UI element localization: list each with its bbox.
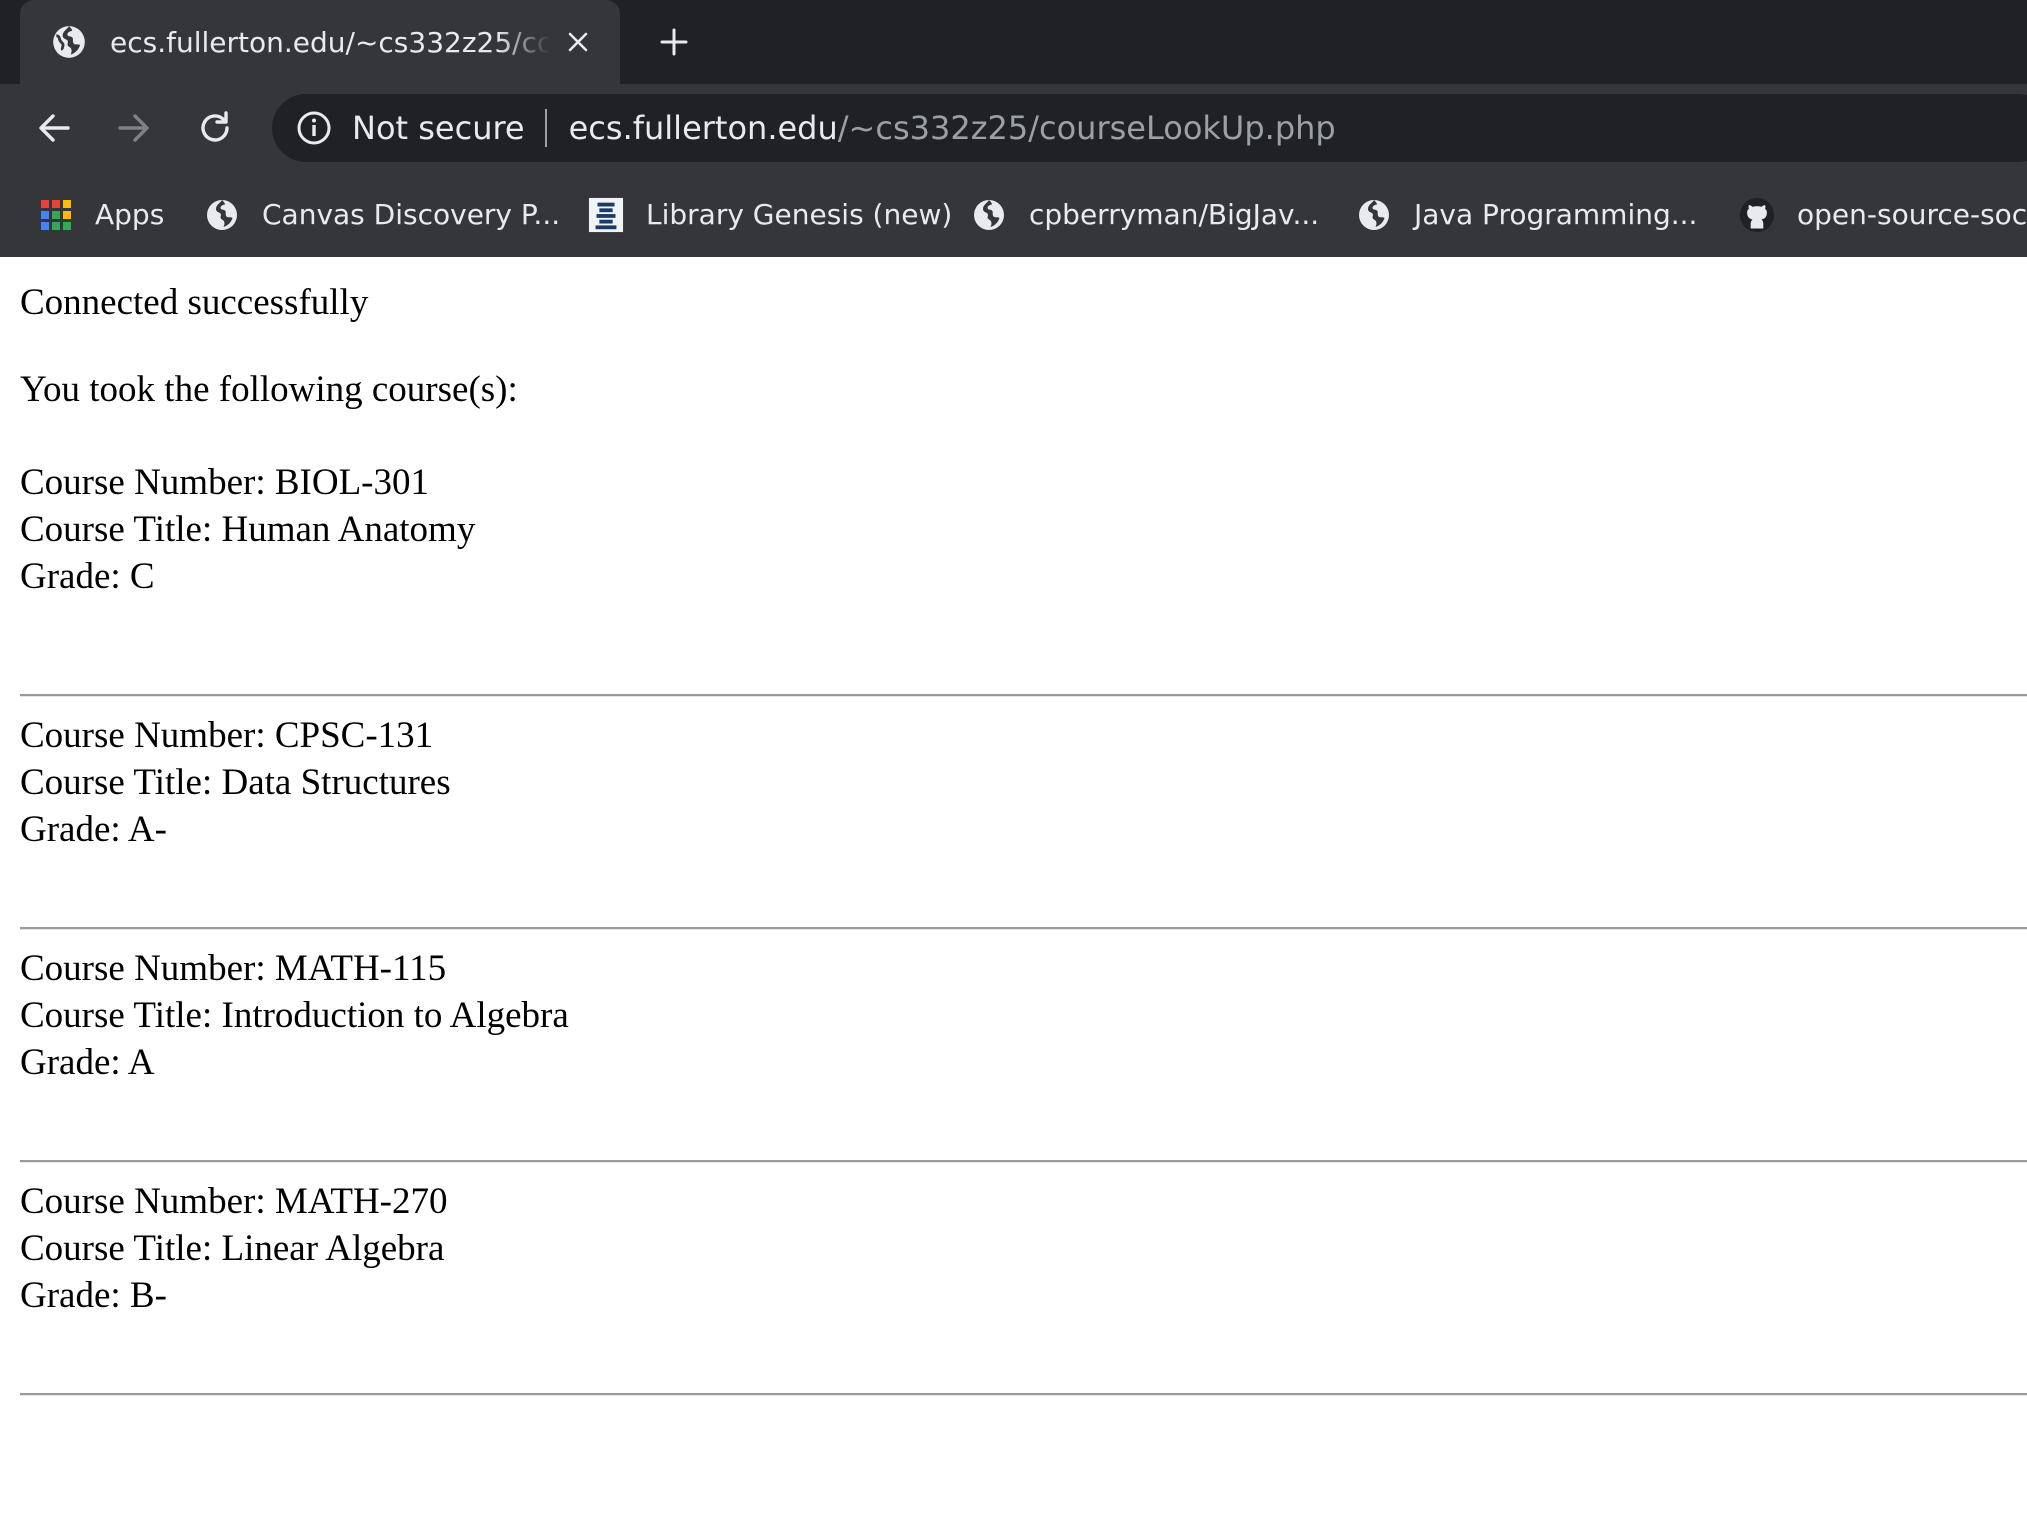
course-title: Course Title: Introduction to Algebra xyxy=(20,995,569,1036)
course-entry: Course Number: BIOL-301 Course Title: Hu… xyxy=(20,459,2027,697)
arrow-right-icon xyxy=(118,114,149,142)
globe-icon xyxy=(971,197,1007,233)
course-divider xyxy=(20,927,2027,930)
libgen-icon xyxy=(588,197,624,233)
course-number: Course Number: MATH-115 xyxy=(20,948,447,989)
tab-active[interactable]: ecs.fullerton.edu/~cs332z25/courseLookUp… xyxy=(20,0,620,84)
bookmarks-bar: Apps Canvas Discovery P... Library Genes… xyxy=(0,172,2027,257)
globe-icon xyxy=(204,197,240,233)
courses-intro: You took the following course(s): xyxy=(20,369,518,410)
bookmark-apps[interactable]: Apps xyxy=(38,172,164,257)
close-icon[interactable] xyxy=(562,26,594,58)
address-bar[interactable]: Not secure ecs.fullerton.edu/~cs332z25/c… xyxy=(272,94,2027,162)
course-grade: Grade: A- xyxy=(20,809,167,850)
course-divider xyxy=(20,1393,2027,1396)
course-entry: Course Number: MATH-270 Course Title: Li… xyxy=(20,1178,2027,1396)
globe-icon xyxy=(1356,197,1392,233)
bookmark-open-source[interactable]: open-source-soci xyxy=(1739,172,2027,257)
toolbar: Not secure ecs.fullerton.edu/~cs332z25/c… xyxy=(0,84,2027,172)
security-status[interactable]: Not secure xyxy=(352,109,525,147)
course-title: Course Title: Human Anatomy xyxy=(20,509,476,550)
bookmark-label: Apps xyxy=(95,198,165,231)
url-host: ecs.fullerton.edu xyxy=(568,109,838,147)
plus-icon xyxy=(660,28,688,56)
browser-chrome: ecs.fullerton.edu/~cs332z25/courseLookUp… xyxy=(0,0,2027,257)
bookmark-library-genesis[interactable]: Library Genesis (new) xyxy=(588,172,952,257)
course-number: Course Number: CPSC-131 xyxy=(20,715,434,756)
course-divider xyxy=(20,1160,2027,1163)
back-button[interactable] xyxy=(32,106,76,150)
bookmark-label: Library Genesis (new) xyxy=(646,198,953,231)
github-icon xyxy=(1739,197,1775,233)
course-entry: Course Number: CPSC-131 Course Title: Da… xyxy=(20,712,2027,930)
bookmark-label: Canvas Discovery P... xyxy=(262,198,561,231)
reload-button[interactable] xyxy=(193,106,237,150)
bookmark-cpberryman[interactable]: cpberryman/BigJav... xyxy=(971,172,1319,257)
globe-icon xyxy=(53,26,85,58)
course-number: Course Number: MATH-270 xyxy=(20,1181,448,1222)
bookmark-label: Java Programming... xyxy=(1414,198,1698,231)
bookmark-java-programming[interactable]: Java Programming... xyxy=(1356,172,1697,257)
info-icon[interactable] xyxy=(296,110,332,146)
course-grade: Grade: B- xyxy=(20,1275,167,1316)
course-number: Course Number: BIOL-301 xyxy=(20,462,429,503)
course-grade: Grade: C xyxy=(20,556,155,597)
bookmark-label: open-source-soci xyxy=(1797,198,2027,231)
course-title: Course Title: Data Structures xyxy=(20,762,451,803)
url-path: /~cs332z25/courseLookUp.php xyxy=(837,109,1336,147)
reload-icon xyxy=(201,111,229,142)
arrow-left-icon xyxy=(39,114,70,142)
course-divider xyxy=(20,694,2027,697)
connection-status: Connected successfully xyxy=(20,282,369,323)
tab-title: ecs.fullerton.edu/~cs332z25/courseLookUp… xyxy=(110,25,550,59)
new-tab-button[interactable] xyxy=(652,20,696,64)
forward-button[interactable] xyxy=(112,106,156,150)
course-entry: Course Number: MATH-115 Course Title: In… xyxy=(20,945,2027,1163)
course-title: Course Title: Linear Algebra xyxy=(20,1228,445,1269)
url-text[interactable]: ecs.fullerton.edu/~cs332z25/courseLookUp… xyxy=(569,109,1336,147)
apps-grid-icon xyxy=(38,197,74,233)
bookmark-canvas-discovery[interactable]: Canvas Discovery P... xyxy=(204,172,560,257)
tab-strip: ecs.fullerton.edu/~cs332z25/courseLookUp… xyxy=(0,0,2027,84)
bookmark-label: cpberryman/BigJav... xyxy=(1029,198,1320,231)
course-grade: Grade: A xyxy=(20,1042,155,1083)
omnibox-divider xyxy=(544,109,547,147)
